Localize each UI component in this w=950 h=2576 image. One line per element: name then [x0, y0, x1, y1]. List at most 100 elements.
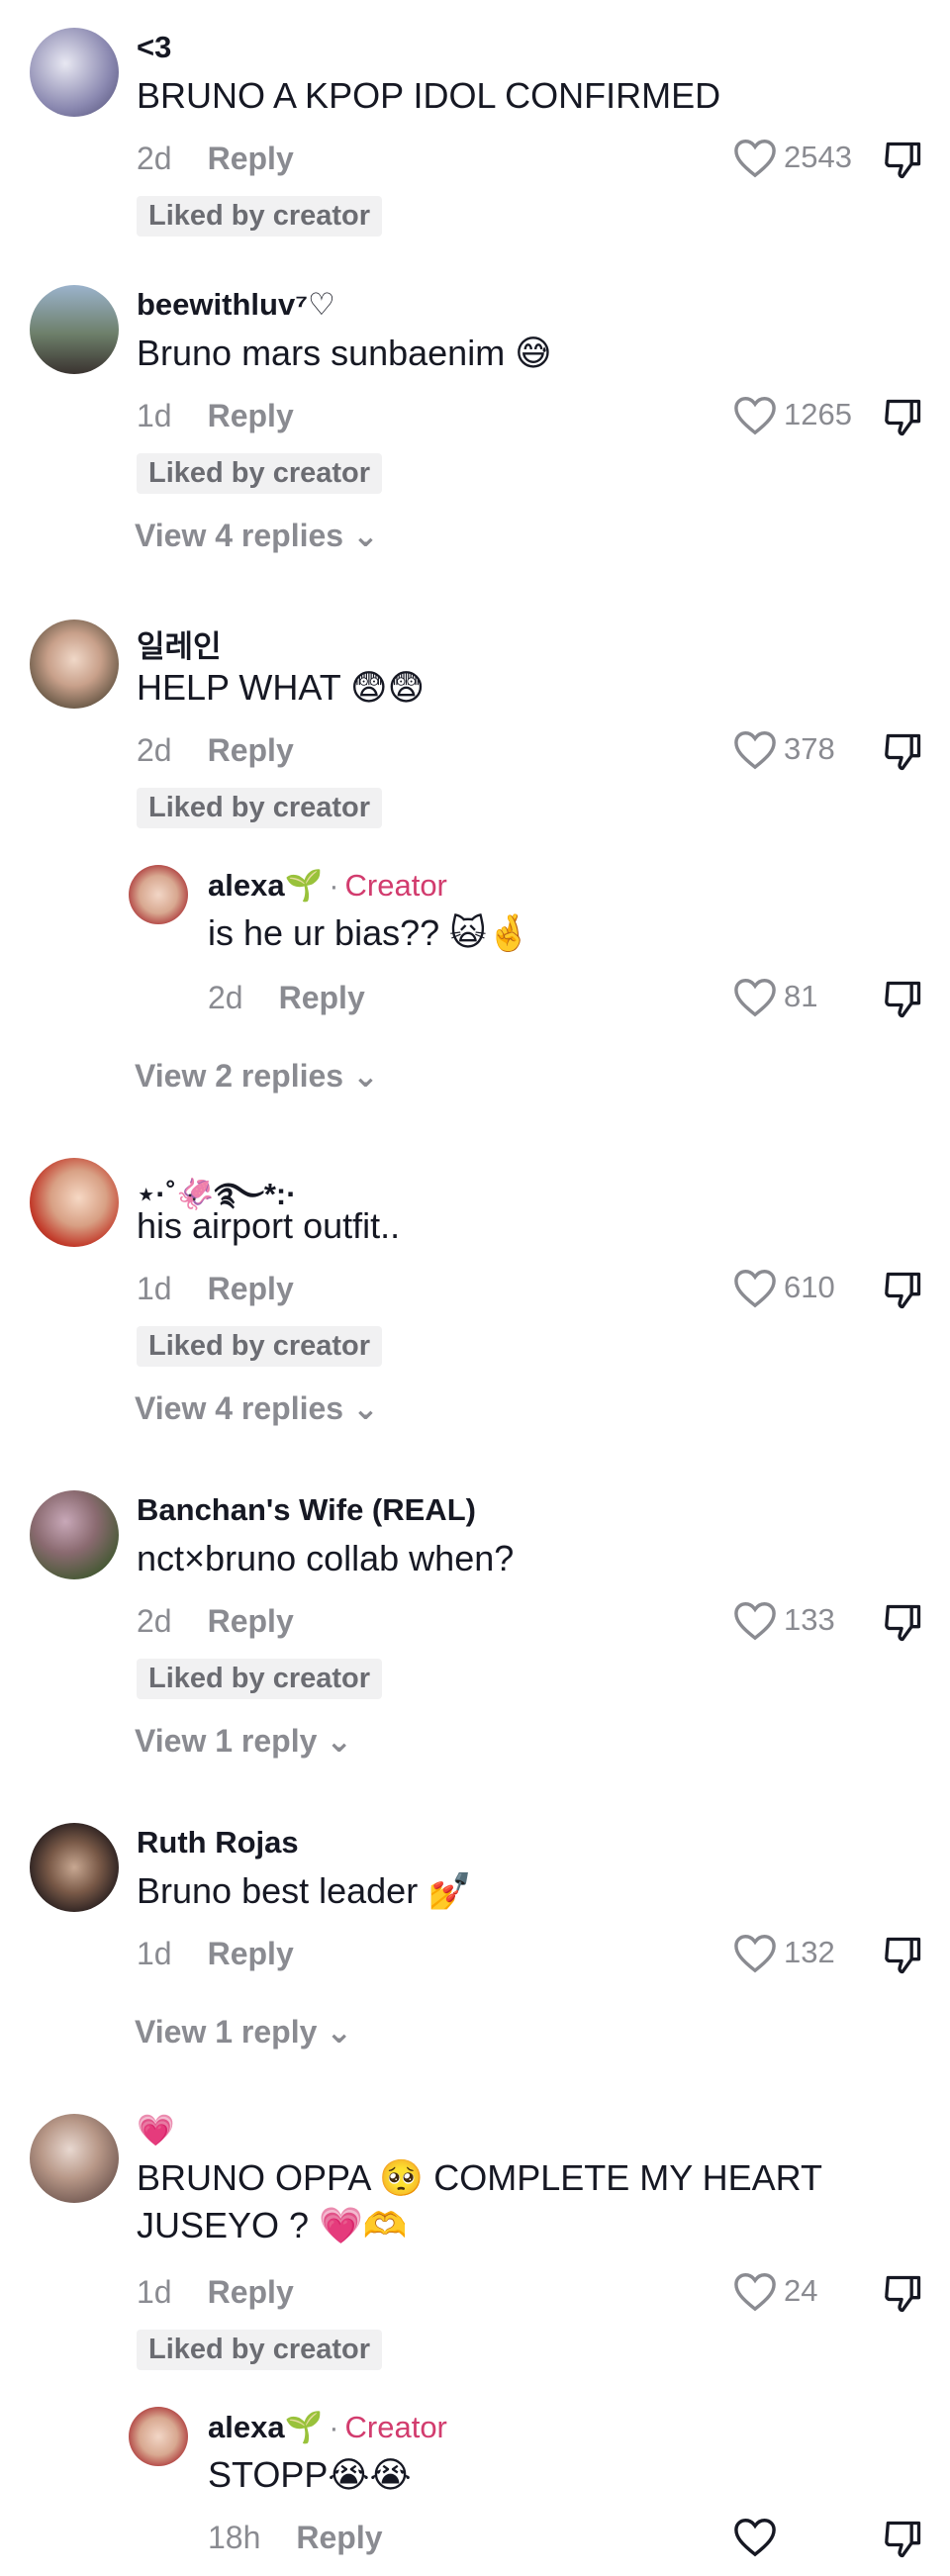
reply-button[interactable]: Reply [279, 980, 365, 1015]
dislike-icon[interactable] [881, 1934, 924, 1977]
comment-text: Bruno best leader 💅 [137, 1870, 473, 1911]
dislike-icon[interactable] [881, 2518, 924, 2561]
dislike-icon[interactable] [881, 139, 924, 182]
reply-button[interactable]: Reply [208, 1271, 294, 1306]
comment-meta: 1d Reply [137, 1936, 294, 1972]
comment-meta: 2d Reply [137, 141, 294, 177]
like-count: 378 [784, 731, 835, 766]
liked-by-creator-badge: Liked by creator [137, 1659, 383, 1699]
liked-by-creator-badge: Liked by creator [137, 1326, 383, 1367]
heart-icon [734, 1602, 776, 1641]
dislike-icon[interactable] [881, 1601, 924, 1645]
reply-button[interactable]: Reply [296, 2520, 382, 2555]
reply-button[interactable]: Reply [208, 398, 294, 433]
comment-time: 2d [137, 732, 172, 768]
reply-username[interactable]: alexa🌱 · Creator [208, 2409, 447, 2445]
comment-meta: 1d Reply [137, 1271, 294, 1307]
reply-avatar[interactable] [129, 2407, 188, 2466]
creator-tag: Creator [344, 868, 447, 903]
like-count: 610 [784, 1270, 835, 1304]
avatar[interactable] [30, 1158, 119, 1247]
comment-time: 1d [137, 1271, 172, 1306]
heart-icon [734, 731, 776, 770]
dislike-icon[interactable] [881, 730, 924, 774]
view-replies-button[interactable]: View 4 replies ⌄ [135, 1389, 379, 1427]
comment-username[interactable]: 일레인 [137, 621, 222, 666]
reply-time: 18h [208, 2520, 261, 2555]
dislike-icon[interactable] [881, 396, 924, 439]
avatar[interactable] [30, 620, 119, 709]
dislike-icon[interactable] [881, 978, 924, 1021]
reply-text: STOPP😭😭 [208, 2454, 412, 2495]
reply-button[interactable]: Reply [208, 732, 294, 768]
avatar[interactable] [30, 1823, 119, 1912]
dislike-icon[interactable] [881, 2272, 924, 2316]
reply-button[interactable]: Reply [208, 2274, 294, 2310]
dislike-icon[interactable] [881, 1269, 924, 1312]
like-button[interactable]: 610 [732, 1267, 853, 1308]
liked-by-creator-badge: Liked by creator [137, 196, 383, 237]
reply-button[interactable]: Reply [208, 1603, 294, 1639]
reply-username[interactable]: alexa🌱 · Creator [208, 867, 447, 904]
comment-time: 2d [137, 1603, 172, 1639]
reply-meta: 18h Reply [208, 2520, 383, 2556]
view-replies-button[interactable]: View 1 reply ⌄ [135, 2013, 352, 2051]
comment-time: 1d [137, 1936, 172, 1971]
like-count: 2543 [784, 140, 852, 174]
comment-text: BRUNO A KPOP IDOL CONFIRMED [137, 75, 721, 116]
comment-meta: 1d Reply [137, 398, 294, 434]
reply-username-text: alexa🌱 [208, 2410, 324, 2444]
reply-meta: 2d Reply [208, 980, 365, 1016]
creator-tag: Creator [344, 2410, 447, 2444]
liked-by-creator-badge: Liked by creator [137, 453, 383, 494]
comment-time: 2d [137, 141, 172, 176]
like-button[interactable]: 81 [732, 976, 853, 1017]
like-button[interactable] [732, 2516, 853, 2557]
reply-time: 2d [208, 980, 243, 1015]
like-button[interactable]: 24 [732, 2270, 853, 2312]
comment-text: HELP WHAT 😨😨 [137, 667, 426, 708]
separator: · [329, 2410, 339, 2444]
heart-icon [734, 2273, 776, 2312]
like-button[interactable]: 133 [732, 1599, 853, 1641]
comment-username[interactable]: Ruth Rojas [137, 1825, 299, 1860]
reply-button[interactable]: Reply [208, 1936, 294, 1971]
like-button[interactable]: 378 [732, 728, 853, 770]
comment-username[interactable]: beewithluv⁷♡ [137, 287, 335, 323]
view-replies-button[interactable]: View 4 replies ⌄ [135, 517, 379, 554]
comment-text-line2: JUSEYO ? 💗🫶 [137, 2205, 408, 2245]
comment-username[interactable]: Banchan's Wife (REAL) [137, 1492, 476, 1528]
comment-text: Bruno mars sunbaenim 😅 [137, 333, 552, 373]
heart-icon [734, 397, 776, 435]
comment-meta: 2d Reply [137, 1603, 294, 1640]
like-button[interactable]: 1265 [732, 394, 853, 435]
like-button[interactable]: 2543 [732, 137, 853, 178]
comment-username[interactable]: 💗 [137, 2112, 175, 2148]
avatar[interactable] [30, 2114, 119, 2203]
heart-icon [734, 140, 776, 178]
liked-by-creator-badge: Liked by creator [137, 2330, 383, 2370]
comment-time: 1d [137, 2274, 172, 2310]
view-replies-button[interactable]: View 1 reply ⌄ [135, 1722, 352, 1760]
like-button[interactable]: 132 [732, 1932, 853, 1973]
avatar[interactable] [30, 28, 119, 117]
like-count: 81 [784, 979, 818, 1013]
avatar[interactable] [30, 1490, 119, 1579]
like-count: 133 [784, 1602, 835, 1637]
like-count: 1265 [784, 397, 852, 431]
comment-text-line1: BRUNO OPPA 🥺 COMPLETE MY HEART [137, 2157, 822, 2198]
like-count: 132 [784, 1935, 835, 1969]
comment-username[interactable]: <3 [137, 30, 171, 65]
separator: · [329, 868, 339, 903]
heart-icon [734, 1935, 776, 1973]
view-replies-button[interactable]: View 2 replies ⌄ [135, 1057, 379, 1095]
heart-icon [734, 2519, 776, 2557]
comment-time: 1d [137, 398, 172, 433]
comment-meta: 1d Reply [137, 2274, 294, 2311]
avatar[interactable] [30, 285, 119, 374]
reply-button[interactable]: Reply [208, 141, 294, 176]
heart-icon [734, 1270, 776, 1308]
reply-avatar[interactable] [129, 865, 188, 924]
reply-username-text: alexa🌱 [208, 868, 324, 903]
like-count: 24 [784, 2273, 818, 2308]
